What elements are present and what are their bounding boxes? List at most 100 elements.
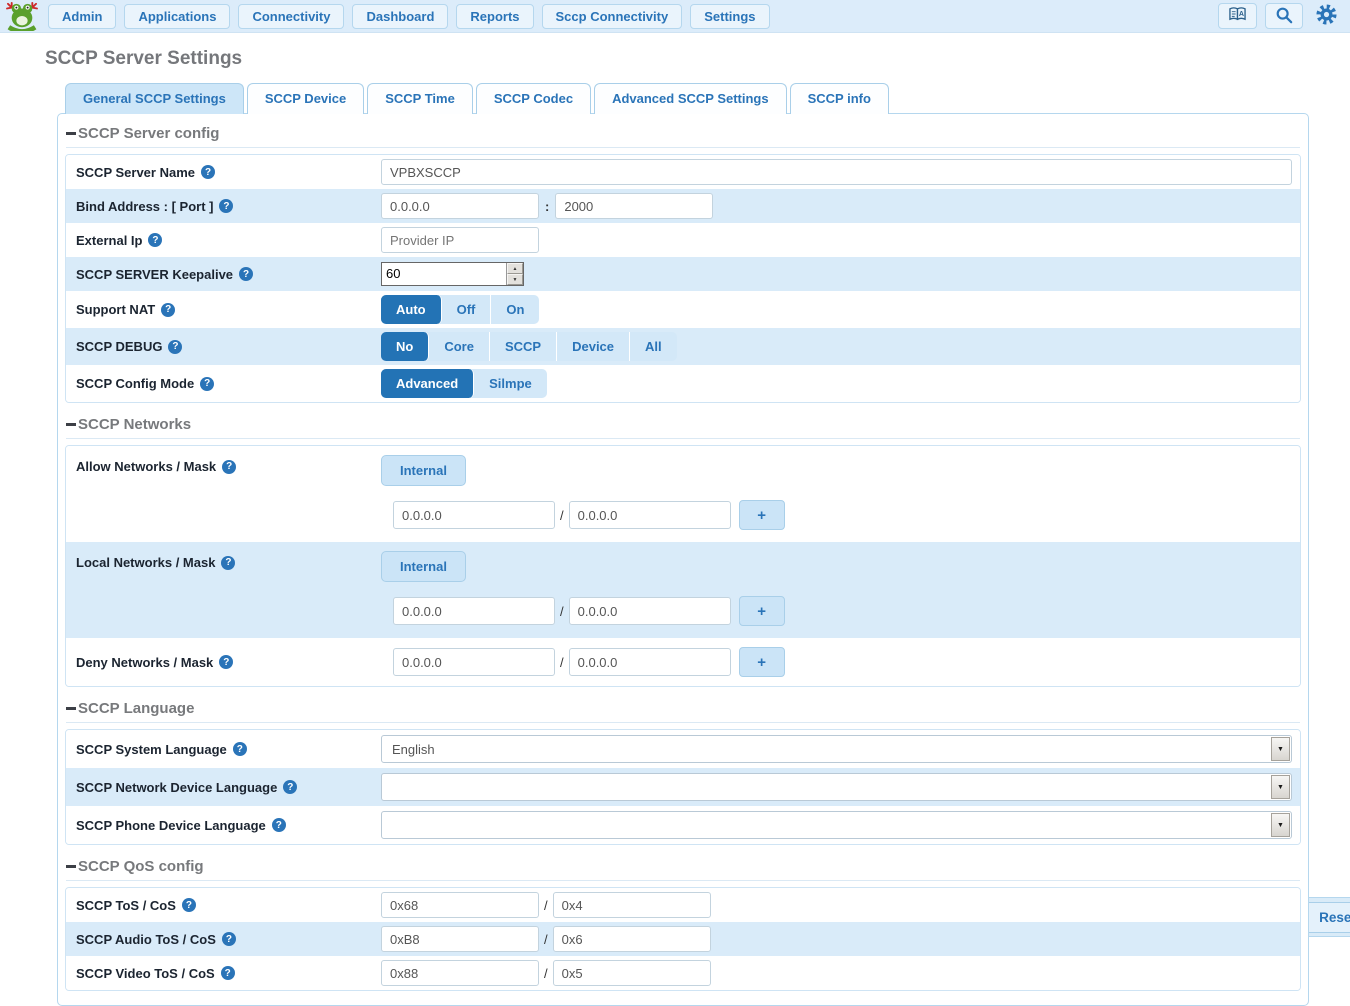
row-keepalive: SCCP SERVER Keepalive ? 60 ▲ ▼ bbox=[66, 257, 1300, 291]
local-network-input[interactable] bbox=[393, 597, 555, 625]
nav-item-sccp-connectivity[interactable]: Sccp Connectivity bbox=[542, 4, 683, 29]
nat-option-auto[interactable]: Auto bbox=[381, 295, 442, 324]
server-name-label: SCCP Server Name bbox=[76, 165, 195, 180]
help-icon[interactable]: ? bbox=[219, 199, 233, 213]
help-icon[interactable]: ? bbox=[200, 377, 214, 391]
video-cos-input[interactable] bbox=[553, 960, 711, 986]
row-allow-networks: Allow Networks / Mask ? Internal / + bbox=[66, 446, 1300, 542]
debug-option-device[interactable]: Device bbox=[557, 332, 630, 361]
external-ip-input[interactable] bbox=[381, 227, 539, 253]
server-name-input[interactable] bbox=[381, 159, 1292, 185]
add-allow-network-button[interactable]: + bbox=[739, 500, 785, 530]
nav-item-dashboard[interactable]: Dashboard bbox=[352, 4, 448, 29]
debug-option-sccp[interactable]: SCCP bbox=[490, 332, 557, 361]
nav-item-settings[interactable]: Settings bbox=[690, 4, 769, 29]
nat-option-on[interactable]: On bbox=[491, 295, 539, 324]
mode-option-advanced[interactable]: Advanced bbox=[381, 369, 474, 398]
section-header-networks[interactable]: SCCP Networks bbox=[66, 409, 1300, 439]
local-networks-label: Local Networks / Mask bbox=[76, 555, 215, 570]
support-nat-label-wrap: Support NAT ? bbox=[76, 302, 381, 317]
tab-content: SCCP Server config SCCP Server Name ? Bi… bbox=[57, 113, 1309, 1006]
tab-sccp-device[interactable]: SCCP Device bbox=[247, 83, 364, 114]
sccp-tos-input[interactable] bbox=[381, 892, 539, 918]
allow-internal-button[interactable]: Internal bbox=[381, 455, 466, 486]
spinner-buttons: ▲ ▼ bbox=[506, 263, 523, 285]
help-icon[interactable]: ? bbox=[272, 818, 286, 832]
nat-option-off[interactable]: Off bbox=[442, 295, 492, 324]
dropdown-arrow-icon[interactable]: ▼ bbox=[1271, 775, 1290, 799]
bind-port-input[interactable] bbox=[555, 193, 713, 219]
video-tos-input[interactable] bbox=[381, 960, 539, 986]
help-icon[interactable]: ? bbox=[222, 932, 236, 946]
collapse-icon[interactable] bbox=[66, 132, 76, 135]
nav-item-applications[interactable]: Applications bbox=[124, 4, 230, 29]
local-internal-button[interactable]: Internal bbox=[381, 551, 466, 582]
add-local-network-button[interactable]: + bbox=[739, 596, 785, 626]
svg-text:A: A bbox=[1239, 10, 1244, 18]
sccp-debug-toggle: No Core SCCP Device All bbox=[381, 332, 677, 361]
deny-mask-input[interactable] bbox=[569, 648, 731, 676]
network-device-language-select[interactable]: ▼ bbox=[381, 773, 1292, 801]
nav-item-reports[interactable]: Reports bbox=[456, 4, 533, 29]
page-title: SCCP Server Settings bbox=[45, 48, 1350, 70]
row-deny-networks: Deny Networks / Mask ? / + bbox=[66, 638, 1300, 686]
collapse-icon[interactable] bbox=[66, 423, 76, 426]
help-icon[interactable]: ? bbox=[221, 556, 235, 570]
sccp-debug-label: SCCP DEBUG bbox=[76, 339, 162, 354]
phone-device-language-select[interactable]: ▼ bbox=[381, 811, 1292, 839]
help-icon[interactable]: ? bbox=[221, 966, 235, 980]
help-icon[interactable]: ? bbox=[222, 460, 236, 474]
add-deny-network-button[interactable]: + bbox=[739, 647, 785, 677]
frog-logo-icon[interactable] bbox=[4, 1, 40, 31]
top-navbar: Admin Applications Connectivity Dashboar… bbox=[0, 0, 1350, 33]
spinner-down-icon[interactable]: ▼ bbox=[507, 274, 523, 285]
audio-cos-input[interactable] bbox=[553, 926, 711, 952]
local-mask-input[interactable] bbox=[569, 597, 731, 625]
allow-network-input[interactable] bbox=[393, 501, 555, 529]
help-icon[interactable]: ? bbox=[148, 233, 162, 247]
debug-option-no[interactable]: No bbox=[381, 332, 429, 361]
tab-sccp-info[interactable]: SCCP info bbox=[790, 83, 889, 114]
help-icon[interactable]: ? bbox=[283, 780, 297, 794]
help-icon[interactable]: ? bbox=[161, 303, 175, 317]
help-icon[interactable]: ? bbox=[233, 742, 247, 756]
help-icon[interactable]: ? bbox=[201, 165, 215, 179]
sccp-cos-input[interactable] bbox=[553, 892, 711, 918]
tab-sccp-time[interactable]: SCCP Time bbox=[367, 83, 473, 114]
debug-option-all[interactable]: All bbox=[630, 332, 677, 361]
help-icon[interactable]: ? bbox=[182, 898, 196, 912]
settings-gear-button[interactable] bbox=[1311, 1, 1342, 31]
dropdown-arrow-icon[interactable]: ▼ bbox=[1271, 737, 1290, 761]
collapse-icon[interactable] bbox=[66, 707, 76, 710]
section-header-qos[interactable]: SCCP QoS config bbox=[66, 851, 1300, 881]
nav-item-admin[interactable]: Admin bbox=[48, 4, 116, 29]
collapse-icon[interactable] bbox=[66, 865, 76, 868]
help-icon[interactable]: ? bbox=[239, 267, 253, 281]
debug-option-core[interactable]: Core bbox=[429, 332, 490, 361]
system-language-select[interactable]: English ▼ bbox=[381, 735, 1292, 763]
help-icon[interactable]: ? bbox=[219, 655, 233, 669]
audio-tos-input[interactable] bbox=[381, 926, 539, 952]
allow-mask-input[interactable] bbox=[569, 501, 731, 529]
keepalive-value[interactable]: 60 bbox=[382, 263, 506, 285]
language-button[interactable]: A bbox=[1218, 3, 1257, 29]
colon-separator: : bbox=[545, 199, 549, 214]
section-header-server-config[interactable]: SCCP Server config bbox=[66, 118, 1300, 148]
tab-general-sccp-settings[interactable]: General SCCP Settings bbox=[65, 83, 244, 114]
tab-sccp-codec[interactable]: SCCP Codec bbox=[476, 83, 591, 114]
tab-advanced-sccp-settings[interactable]: Advanced SCCP Settings bbox=[594, 83, 787, 114]
section-header-language[interactable]: SCCP Language bbox=[66, 693, 1300, 723]
spinner-up-icon[interactable]: ▲ bbox=[507, 263, 523, 274]
keepalive-number-input[interactable]: 60 ▲ ▼ bbox=[381, 262, 524, 286]
dropdown-arrow-icon[interactable]: ▼ bbox=[1271, 813, 1290, 837]
nav-item-connectivity[interactable]: Connectivity bbox=[238, 4, 344, 29]
bind-ip-input[interactable] bbox=[381, 193, 539, 219]
support-nat-toggle: Auto Off On bbox=[381, 295, 539, 324]
config-mode-toggle: Advanced Silmpe bbox=[381, 369, 547, 398]
search-button[interactable] bbox=[1265, 3, 1303, 29]
deny-network-input[interactable] bbox=[393, 648, 555, 676]
mode-option-silmpe[interactable]: Silmpe bbox=[474, 369, 547, 398]
row-audio-tos: SCCP Audio ToS / CoS ? / bbox=[66, 922, 1300, 956]
row-external-ip: External Ip ? bbox=[66, 223, 1300, 257]
help-icon[interactable]: ? bbox=[168, 340, 182, 354]
